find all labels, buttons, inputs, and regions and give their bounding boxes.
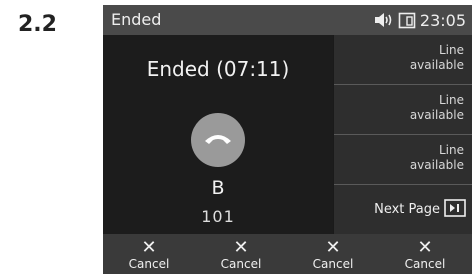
next-page-label: Next Page — [374, 202, 440, 217]
close-icon: ✕ — [417, 237, 433, 258]
next-page-button[interactable]: Next Page — [334, 185, 472, 234]
line-key-panel: Line available Line available Line avail… — [334, 35, 472, 234]
phone-screen-icon — [398, 11, 416, 29]
line-key-status: available — [409, 108, 464, 122]
clock-time: 23:05 — [419, 10, 466, 30]
step-label: 2.2 — [18, 12, 57, 37]
close-icon: ✕ — [325, 237, 341, 258]
softkey-cancel-3[interactable]: ✕ Cancel — [287, 234, 379, 274]
phone-screen: Ended 23:05 Ended (07:11) B 101 Line ava… — [103, 5, 472, 274]
caller-number: 101 — [201, 207, 235, 226]
softkey-label: Cancel — [220, 257, 262, 271]
softkey-label: Cancel — [404, 257, 446, 271]
status-bar: Ended 23:05 — [103, 5, 472, 35]
line-key-1[interactable]: Line available — [334, 35, 472, 85]
softkey-bar: ✕ Cancel ✕ Cancel ✕ Cancel ✕ Cancel — [103, 234, 472, 274]
next-page-icon — [444, 198, 466, 221]
softkey-cancel-2[interactable]: ✕ Cancel — [195, 234, 287, 274]
call-status-text: Ended — [146, 57, 210, 81]
softkey-cancel-1[interactable]: ✕ Cancel — [103, 234, 195, 274]
softkey-label: Cancel — [312, 257, 354, 271]
call-status: Ended (07:11) — [103, 57, 333, 81]
line-key-status: available — [409, 158, 464, 172]
call-duration: (07:11) — [216, 57, 290, 81]
line-key-label: Line — [438, 93, 464, 107]
call-panel: Ended (07:11) B 101 — [103, 35, 333, 234]
line-key-2[interactable]: Line available — [334, 85, 472, 135]
softkey-cancel-4[interactable]: ✕ Cancel — [379, 234, 471, 274]
handset-down-icon — [203, 130, 233, 150]
close-icon: ✕ — [141, 237, 157, 258]
line-key-label: Line — [438, 43, 464, 57]
hangup-button[interactable] — [191, 113, 245, 167]
status-title: Ended — [111, 10, 162, 29]
softkey-label: Cancel — [128, 257, 170, 271]
line-key-3[interactable]: Line available — [334, 135, 472, 185]
close-icon: ✕ — [233, 237, 249, 258]
line-key-status: available — [409, 58, 464, 72]
status-right: 23:05 — [374, 8, 466, 32]
speaker-icon — [374, 12, 394, 28]
caller-name: B — [211, 177, 225, 199]
line-key-label: Line — [438, 143, 464, 157]
